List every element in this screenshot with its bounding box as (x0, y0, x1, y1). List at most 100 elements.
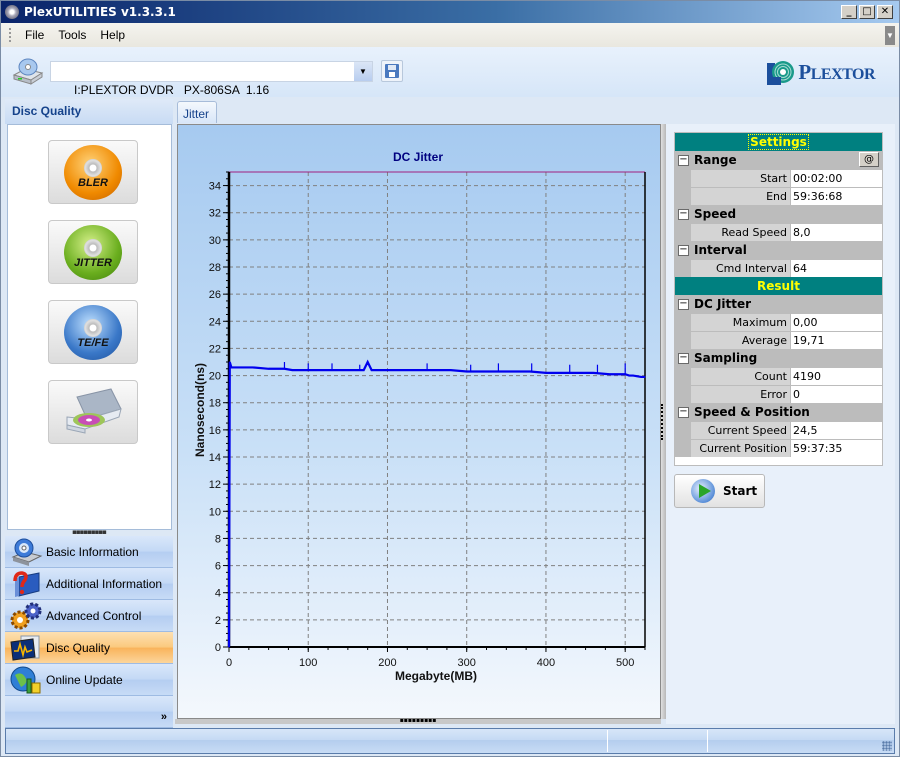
property-row-cmd-interval[interactable]: Cmd Interval 64 (675, 259, 882, 277)
y-axis-label: Nanosecond(ns) (193, 363, 207, 457)
minimize-button[interactable]: _ (841, 5, 857, 19)
y-tick-label: 32 (209, 208, 221, 220)
collapse-icon[interactable]: − (678, 244, 689, 256)
category-range[interactable]: − Range @ (675, 151, 882, 169)
plextor-logo-mark-icon (767, 61, 795, 85)
average-value: 19,71 (790, 332, 882, 349)
resize-grip[interactable] (882, 741, 892, 751)
property-row-start[interactable]: Start 00:02:00 (675, 169, 882, 187)
help-book-icon (13, 570, 40, 597)
chevron-double-right-icon[interactable]: » (161, 711, 167, 723)
y-tick-label: 24 (209, 316, 221, 328)
error-value: 0 (790, 386, 882, 403)
y-tick-label: 22 (209, 343, 221, 355)
data-point (466, 370, 468, 373)
start-button[interactable]: Start (674, 474, 765, 508)
drive-test-button[interactable] (48, 380, 138, 444)
app-icon (5, 5, 19, 19)
save-button[interactable] (381, 60, 403, 82)
nav-label: Advanced Control (46, 608, 142, 623)
nav-item-advanced-control[interactable]: Advanced Control (5, 600, 173, 632)
nav-label: Online Update (46, 672, 123, 687)
toolbar: I:PLEXTOR DVDR PX-806SA 1.16 ▼ PLEXTOR (1, 47, 899, 97)
menu-bar: File Tools Help ▼ (1, 23, 899, 47)
category-speed[interactable]: − Speed (675, 205, 882, 223)
jitter-button[interactable]: JITTER (48, 220, 138, 284)
data-point (628, 374, 630, 377)
collapse-icon[interactable]: − (678, 208, 689, 220)
nav-overflow-row: » (5, 696, 173, 728)
y-tick-label: 20 (209, 371, 221, 383)
chevron-down-icon[interactable]: ▼ (354, 62, 372, 81)
maximum-value: 0,00 (790, 314, 882, 331)
drive-select[interactable]: I:PLEXTOR DVDR PX-806SA 1.16 ▼ (50, 61, 373, 97)
y-tick-label: 16 (209, 425, 221, 437)
menu-help[interactable]: Help (93, 28, 132, 42)
data-point (632, 374, 634, 377)
collapse-icon[interactable]: − (678, 352, 689, 364)
nav-item-basic-information[interactable]: Basic Information (5, 536, 173, 568)
data-point (640, 376, 642, 378)
quality-buttons-pane: BLER JITTER TE/FE (7, 124, 172, 530)
data-point (367, 361, 369, 363)
cmd-interval-value[interactable]: 64 (790, 260, 882, 277)
tab-strip: Jitter (175, 99, 895, 123)
category-interval[interactable]: − Interval (675, 241, 882, 259)
collapse-icon[interactable]: − (678, 154, 689, 166)
x-tick-label: 300 (458, 657, 476, 669)
y-tick-label: 2 (215, 615, 221, 627)
menu-file[interactable]: File (18, 28, 51, 42)
jitter-disc-icon: JITTER (64, 225, 122, 280)
x-axis-label: Megabyte(MB) (395, 669, 477, 683)
data-point (545, 372, 547, 374)
category-speed-position[interactable]: − Speed & Position (675, 403, 882, 421)
data-point (378, 369, 381, 371)
tefe-button[interactable]: TE/FE (48, 300, 138, 364)
property-row-read-speed[interactable]: Read Speed 8,0 (675, 223, 882, 241)
data-point (230, 366, 232, 369)
globe-update-icon (10, 666, 41, 693)
menu-overflow-button[interactable]: ▼ (885, 26, 895, 45)
read-speed-value[interactable]: 8,0 (790, 224, 882, 241)
data-point (363, 369, 365, 371)
result-header: Result (675, 277, 882, 295)
y-tick-label: 12 (209, 479, 221, 491)
data-point (402, 369, 404, 371)
menu-tools[interactable]: Tools (51, 28, 93, 42)
y-tick-label: 34 (209, 181, 221, 193)
property-row-current-speed: Current Speed 24,5 (675, 421, 882, 439)
y-tick-label: 0 (215, 642, 221, 654)
y-tick-label: 6 (215, 561, 221, 573)
start-value[interactable]: 00:02:00 (790, 170, 882, 187)
x-tick-label: 400 (537, 657, 555, 669)
end-value[interactable]: 59:36:68 (790, 188, 882, 205)
nav-item-additional-information[interactable]: Additional Information (5, 568, 173, 600)
bler-button[interactable]: BLER (48, 140, 138, 204)
play-icon (691, 479, 715, 503)
property-row-end[interactable]: End 59:36:68 (675, 187, 882, 205)
left-panel-header: Disc Quality (5, 99, 173, 124)
category-sampling[interactable]: − Sampling (675, 349, 882, 367)
tab-jitter[interactable]: Jitter (177, 101, 217, 123)
nav-item-online-update[interactable]: Online Update (5, 664, 173, 696)
collapse-icon[interactable]: − (678, 406, 689, 418)
data-point (232, 366, 234, 369)
optical-drive-icon (66, 388, 122, 434)
nav-item-disc-quality[interactable]: Disc Quality (5, 632, 173, 664)
x-tick-label: 0 (226, 657, 232, 669)
maximize-button[interactable]: □ (859, 5, 875, 19)
y-tick-label: 10 (209, 506, 221, 518)
data-point (268, 368, 270, 370)
horizontal-splitter[interactable]: ▪▪▪▪▪▪▪▪▪ (175, 718, 661, 724)
data-point (386, 369, 389, 371)
data-point (252, 366, 254, 369)
collapse-icon[interactable]: − (678, 298, 689, 310)
logo-text-rest: LEXTOR (810, 65, 876, 83)
data-point (592, 372, 595, 374)
start-button-label: Start (723, 484, 758, 498)
app-window: PlexUTILITIES v1.3.3.1 _ □ ✕ File Tools … (0, 0, 900, 757)
category-dc-jitter[interactable]: − DC Jitter (675, 295, 882, 313)
right-panel: Settings − Range @ Start 00:02:00 End 59:3… (666, 124, 895, 724)
range-at-button[interactable]: @ (859, 152, 879, 167)
close-button[interactable]: ✕ (877, 5, 893, 19)
